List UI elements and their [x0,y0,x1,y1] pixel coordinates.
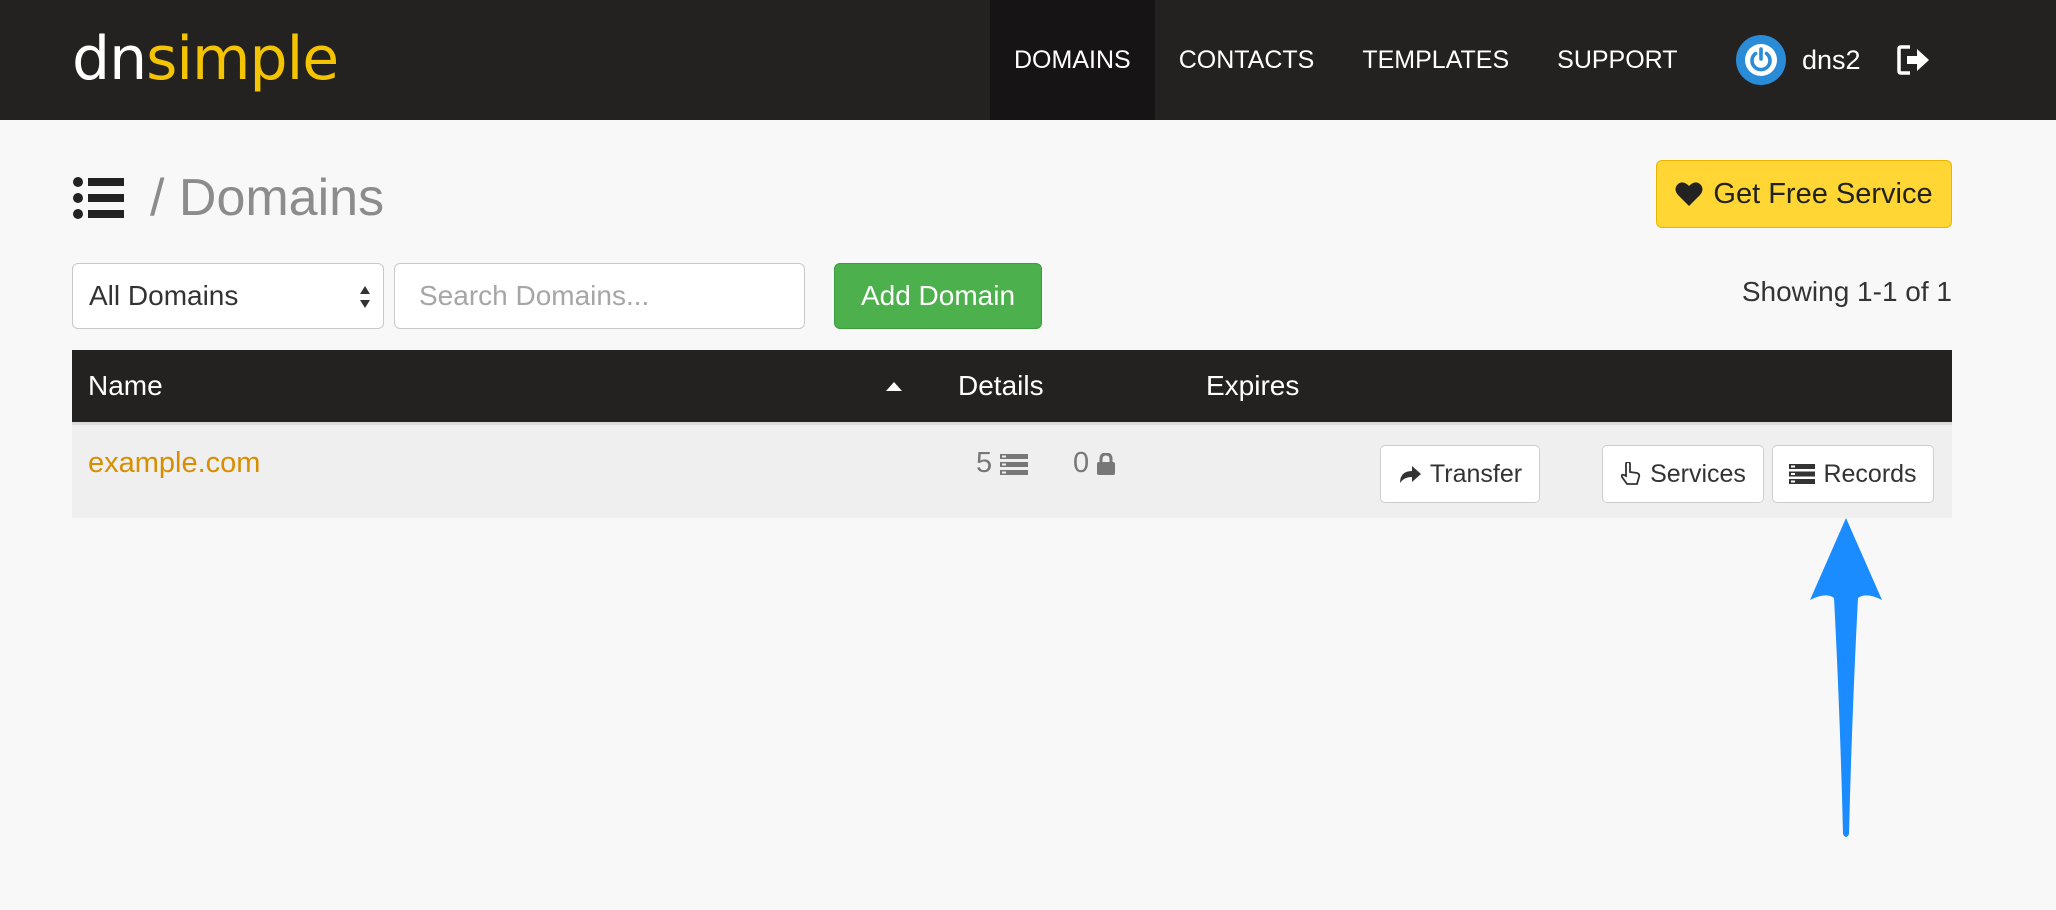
sort-ascending-icon[interactable] [886,382,902,391]
services-button[interactable]: Services [1602,445,1764,503]
transfer-button[interactable]: Transfer [1380,445,1540,503]
avatar [1736,35,1786,85]
nav-domains[interactable]: DOMAINS [990,0,1155,120]
top-navbar: dnsimple DOMAINS CONTACTS TEMPLATES SUPP… [0,0,2056,120]
column-details: Details [958,370,1044,401]
column-name[interactable]: Name [88,350,163,422]
heart-icon [1675,182,1703,206]
nav-support[interactable]: SUPPORT [1533,0,1701,120]
power-icon [1745,44,1777,76]
domains-table-header: Name Details Expires [72,350,1952,422]
pagination-summary: Showing 1-1 of 1 [1741,276,1952,307]
get-free-service-label: Get Free Service [1713,177,1933,210]
get-free-service-button[interactable]: Get Free Service [1656,160,1952,228]
user-menu[interactable]: dns2 [1736,34,1861,86]
domain-name-link[interactable]: example.com [88,447,260,480]
records-list-icon [1789,464,1816,484]
username: dns2 [1802,44,1861,75]
add-domain-button[interactable]: Add Domain [834,263,1042,329]
ssl-count: 0 [1073,447,1116,480]
lock-icon [1097,452,1116,475]
records-icon [1000,453,1029,475]
records-label: Records [1823,459,1917,488]
search-domains-input[interactable] [394,263,805,329]
nav-templates[interactable]: TEMPLATES [1338,0,1533,120]
records-count: 5 [976,447,1029,480]
logo-simple: simple [146,24,339,94]
main-nav: DOMAINS CONTACTS TEMPLATES SUPPORT [990,0,1702,120]
annotation-arrow-icon [1810,518,1882,837]
services-label: Services [1650,459,1746,488]
ssl-count-value: 0 [1073,447,1090,479]
transfer-label: Transfer [1429,459,1523,488]
records-button[interactable]: Records [1772,445,1934,503]
column-expires[interactable]: Expires [1206,350,1299,422]
page-header: / Domains [72,160,384,236]
records-count-value: 5 [976,447,993,479]
share-arrow-icon [1399,466,1421,483]
list-icon [73,177,124,219]
page-title: / Domains [150,169,385,227]
table-row: example.com 5 0 Transfer Services Record… [72,422,1952,518]
dnsimple-logo[interactable]: dnsimple [72,24,339,96]
domain-filter-value: All Domains [89,280,239,311]
sign-out-icon[interactable] [1896,42,1932,78]
domain-filter-select[interactable]: All Domains [72,263,384,329]
hand-pointer-icon [1620,462,1641,485]
select-arrows-icon [360,286,370,308]
nav-contacts[interactable]: CONTACTS [1155,0,1339,120]
logo-dn: dn [72,24,147,94]
